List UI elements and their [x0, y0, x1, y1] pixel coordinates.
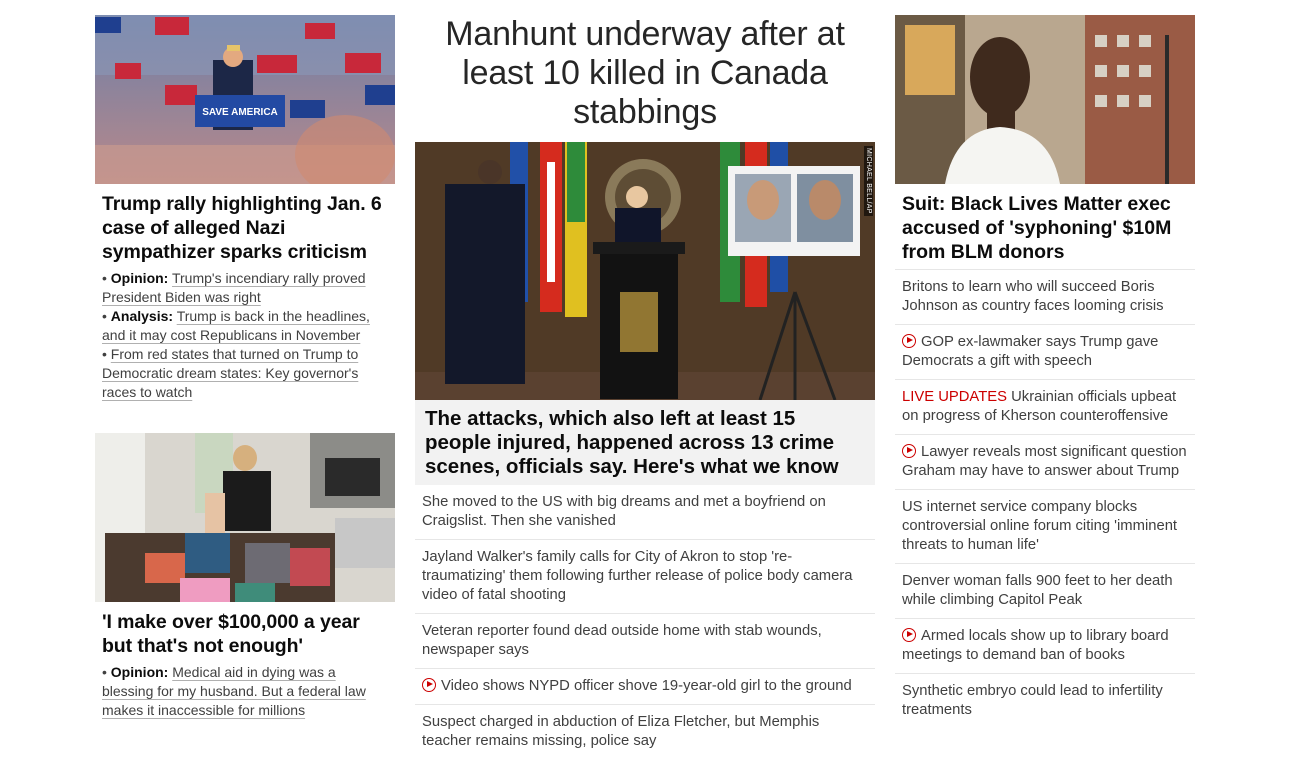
- middle-column: Manhunt underway after at least 10 kille…: [415, 15, 875, 759]
- story-link[interactable]: Britons to learn who will succeed Boris …: [895, 270, 1195, 324]
- live-story-link[interactable]: LIVE UPDATES Ukrainian officials upbeat …: [895, 379, 1195, 434]
- right-column: Suit: Black Lives Matter exec accused of…: [895, 15, 1195, 728]
- story-link[interactable]: Synthetic embryo could lead to infertili…: [895, 673, 1195, 728]
- story-text: US internet service company blocks contr…: [902, 499, 1178, 553]
- related-link-analysis[interactable]: • Analysis: Trump is back in the headlin…: [102, 307, 388, 345]
- story-link[interactable]: Veteran reporter found dead outside home…: [415, 613, 875, 668]
- middle-story-list: She moved to the US with big dreams and …: [415, 485, 875, 759]
- play-video-icon: [902, 334, 916, 348]
- related-link-medical-aid[interactable]: • Opinion: Medical aid in dying was a bl…: [102, 663, 388, 720]
- video-story-link[interactable]: Video shows NYPD officer shove 19-year-o…: [415, 668, 875, 704]
- related-link-governor-races[interactable]: • From red states that turned on Trump t…: [102, 345, 388, 402]
- right-story-list: Britons to learn who will succeed Boris …: [895, 269, 1195, 728]
- main-lead-summary[interactable]: The attacks, which also left at least 15…: [415, 400, 875, 485]
- trump-related-list: • Opinion: Trump's incendiary rally prov…: [95, 264, 395, 402]
- story-text: Jayland Walker's family calls for City o…: [422, 549, 853, 603]
- related-prefix: Analysis:: [110, 308, 174, 324]
- play-video-icon: [422, 678, 436, 692]
- trump-rally-image[interactable]: SAVE AMERICA: [95, 15, 395, 184]
- income-related-list: • Opinion: Medical aid in dying was a bl…: [95, 658, 395, 720]
- trump-rally-link[interactable]: Trump rally highlighting Jan. 6 case of …: [102, 193, 382, 263]
- live-updates-label: LIVE UPDATES: [902, 389, 1007, 405]
- story-text: Armed locals show up to library board me…: [902, 628, 1169, 663]
- press-conference-image[interactable]: MICHAEL BELL/AP: [415, 142, 875, 400]
- video-story-link[interactable]: GOP ex-lawmaker says Trump gave Democrat…: [895, 324, 1195, 379]
- income-headline[interactable]: 'I make over $100,000 a year but that's …: [95, 602, 395, 658]
- story-link[interactable]: US internet service company blocks contr…: [895, 489, 1195, 563]
- photo-credit: MICHAEL BELL/AP: [864, 146, 873, 216]
- play-video-icon: [902, 628, 916, 642]
- story-link[interactable]: She moved to the US with big dreams and …: [415, 485, 875, 539]
- save-america-sign: SAVE AMERICA: [202, 107, 278, 118]
- story-text: Britons to learn who will succeed Boris …: [902, 279, 1164, 314]
- related-text: From red states that turned on Trump to …: [102, 346, 359, 400]
- story-link[interactable]: Jayland Walker's family calls for City o…: [415, 539, 875, 613]
- related-prefix: Opinion:: [110, 270, 169, 286]
- story-link[interactable]: Denver woman falls 900 feet to her death…: [895, 563, 1195, 618]
- video-story-link[interactable]: Lawyer reveals most significant question…: [895, 434, 1195, 489]
- related-prefix: Opinion:: [110, 664, 169, 680]
- story-text: Lawyer reveals most significant question…: [902, 444, 1187, 479]
- backpack-image[interactable]: [95, 433, 395, 602]
- blm-headline[interactable]: Suit: Black Lives Matter exec accused of…: [895, 184, 1195, 269]
- story-text: Video shows NYPD officer shove 19-year-o…: [441, 678, 852, 694]
- story-text: Suspect charged in abduction of Eliza Fl…: [422, 714, 820, 749]
- left-column: SAVE AMERICA Trump rally highlighting Ja…: [95, 15, 395, 720]
- story-text: GOP ex-lawmaker says Trump gave Democrat…: [902, 334, 1159, 369]
- trump-rally-headline[interactable]: Trump rally highlighting Jan. 6 case of …: [95, 184, 395, 264]
- blm-link[interactable]: Suit: Black Lives Matter exec accused of…: [902, 193, 1171, 263]
- story-text: Denver woman falls 900 feet to her death…: [902, 573, 1173, 608]
- story-text: Synthetic embryo could lead to infertili…: [902, 683, 1163, 718]
- related-link-opinion[interactable]: • Opinion: Trump's incendiary rally prov…: [102, 269, 388, 307]
- video-story-link[interactable]: Armed locals show up to library board me…: [895, 618, 1195, 673]
- story-text: Veteran reporter found dead outside home…: [422, 623, 822, 658]
- blm-exec-image[interactable]: [895, 15, 1195, 184]
- play-video-icon: [902, 444, 916, 458]
- story-link[interactable]: Suspect charged in abduction of Eliza Fl…: [415, 704, 875, 759]
- story-text: She moved to the US with big dreams and …: [422, 494, 826, 529]
- main-headline[interactable]: Manhunt underway after at least 10 kille…: [415, 15, 875, 142]
- income-link[interactable]: 'I make over $100,000 a year but that's …: [102, 611, 360, 657]
